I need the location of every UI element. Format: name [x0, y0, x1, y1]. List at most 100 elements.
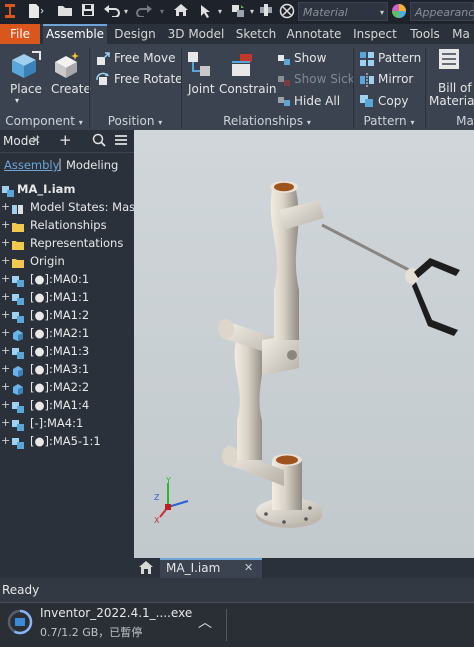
- expand-icon[interactable]: +: [1, 360, 10, 378]
- free-rotate-button[interactable]: Free Rotate: [114, 72, 183, 86]
- tree-item[interactable]: + [●]:MA1:2: [0, 306, 134, 324]
- appearance-dropdown[interactable]: Appearance: [410, 2, 474, 21]
- mirror-button[interactable]: Mirror: [378, 72, 413, 86]
- tree-item-label: [●]:MA2:1: [30, 326, 90, 340]
- tree-item[interactable]: + Model States: Master: [0, 198, 151, 216]
- tab-more[interactable]: Ma: [448, 24, 474, 44]
- tree-item[interactable]: + [●]:MA2:1: [0, 324, 134, 342]
- expand-icon[interactable]: +: [1, 270, 10, 288]
- tab-annotate[interactable]: Annotate: [283, 24, 345, 44]
- expand-icon[interactable]: +: [1, 252, 10, 270]
- open-folder-icon[interactable]: [56, 3, 74, 21]
- place-dropdown-icon[interactable]: ▾: [15, 96, 19, 105]
- new-file-icon[interactable]: [24, 3, 46, 21]
- download-item[interactable]: Inventor_2022.4.1_....exe 0.7/1.2 GB，已暫停…: [0, 603, 226, 647]
- browser-close-icon[interactable]: ✕: [31, 133, 41, 147]
- joint-button[interactable]: Joint: [188, 82, 215, 96]
- save-icon[interactable]: [80, 3, 96, 21]
- expand-icon[interactable]: +: [1, 234, 10, 252]
- relationships-panel-label: Relationships: [223, 114, 304, 128]
- create-button[interactable]: Create: [51, 82, 91, 96]
- position-panel-title[interactable]: Position ▾: [90, 113, 180, 129]
- manage-panel-title[interactable]: Ma: [455, 113, 474, 129]
- tree-item[interactable]: + [●]:MA0:1: [0, 270, 134, 288]
- pattern-button[interactable]: Pattern: [378, 51, 421, 65]
- expand-icon[interactable]: +: [1, 378, 10, 396]
- assembly-root-icon: [2, 184, 14, 197]
- tab-modeling-view[interactable]: Modeling: [66, 158, 118, 172]
- tab-file[interactable]: File: [0, 24, 40, 44]
- app-logo-icon[interactable]: [2, 3, 18, 21]
- tab-assemble[interactable]: Assemble: [43, 24, 107, 44]
- tab-inspect[interactable]: Inspect: [348, 24, 402, 44]
- create-component-icon: [52, 50, 82, 83]
- relationships-panel-title[interactable]: Relationships ▾: [182, 113, 352, 129]
- folder-icon: [12, 256, 24, 268]
- copy-button[interactable]: Copy: [378, 94, 408, 108]
- tree-item[interactable]: + Representations: [0, 234, 134, 252]
- chevron-up-icon[interactable]: ︿: [198, 612, 212, 632]
- tab-design[interactable]: Design: [110, 24, 160, 44]
- ribbon: Place ▾ Create Component ▾ Free Move Fre…: [0, 44, 474, 131]
- browser-menu-icon[interactable]: [114, 133, 128, 150]
- undo-dropdown-icon[interactable]: ▾: [122, 3, 130, 21]
- measure-icon[interactable]: [258, 3, 274, 21]
- tree-item[interactable]: + Origin: [0, 252, 134, 270]
- select-tool-icon[interactable]: [196, 3, 216, 21]
- hide-all-button[interactable]: Hide All: [294, 94, 340, 108]
- place-button[interactable]: Place: [10, 82, 42, 96]
- browser-add-button[interactable]: +: [59, 131, 72, 149]
- assembly-icon: [12, 418, 24, 431]
- color-override-icon[interactable]: [278, 3, 296, 21]
- expand-icon[interactable]: +: [1, 216, 10, 234]
- update-icon[interactable]: [228, 3, 248, 21]
- expand-icon[interactable]: +: [1, 198, 10, 216]
- place-component-icon: [8, 50, 42, 83]
- home-icon[interactable]: [172, 3, 190, 21]
- tree-item[interactable]: + [●]:MA1:4: [0, 396, 134, 414]
- expand-icon[interactable]: +: [1, 432, 10, 450]
- document-tab-active[interactable]: MA_I.iam ✕: [160, 558, 262, 578]
- expand-icon[interactable]: +: [1, 342, 10, 360]
- home-tab-icon[interactable]: [138, 560, 154, 578]
- mirror-icon: [359, 72, 375, 91]
- tree-root[interactable]: MA_I.iam: [0, 180, 134, 198]
- expand-icon[interactable]: +: [1, 288, 10, 306]
- tab-3d-model[interactable]: 3D Model: [163, 24, 229, 44]
- select-dropdown-icon[interactable]: ▾: [216, 3, 224, 21]
- expand-icon[interactable]: +: [1, 414, 10, 432]
- redo-dropdown-icon[interactable]: ▾: [158, 3, 166, 21]
- expand-icon[interactable]: +: [1, 306, 10, 324]
- material-dropdown[interactable]: Material ▾: [298, 2, 388, 21]
- expand-icon[interactable]: +: [1, 396, 10, 414]
- pattern-panel-title[interactable]: Pattern ▾: [354, 113, 424, 129]
- tree-item[interactable]: + [-]:MA4:1: [0, 414, 134, 432]
- undo-icon[interactable]: [102, 3, 122, 21]
- assembly-icon: [12, 436, 24, 449]
- tree-item[interactable]: + [●]:MA2:2: [0, 378, 134, 396]
- axis-triad-icon[interactable]: Y Z X: [152, 475, 192, 523]
- constrain-button[interactable]: Constrain: [219, 82, 277, 96]
- document-tab-close-icon[interactable]: ✕: [244, 561, 253, 574]
- free-move-button[interactable]: Free Move: [114, 51, 175, 65]
- show-button[interactable]: Show: [294, 51, 326, 65]
- browser-search-icon[interactable]: [92, 133, 106, 150]
- tab-assembly-view[interactable]: Assembly: [4, 158, 59, 172]
- component-panel-title[interactable]: Component ▾: [0, 113, 88, 129]
- ribbon-separator: [425, 48, 426, 128]
- tab-tools[interactable]: Tools: [405, 24, 445, 44]
- show-sick-button[interactable]: Show Sick: [294, 72, 355, 86]
- graphics-viewport[interactable]: Y Z X: [134, 130, 474, 558]
- model-states-icon: [12, 202, 24, 214]
- tree-item[interactable]: + [●]:MA3:1: [0, 360, 134, 378]
- update-dropdown-icon[interactable]: ▾: [248, 3, 256, 21]
- redo-icon[interactable]: [134, 3, 154, 21]
- tree-item[interactable]: + [●]:MA1:1: [0, 288, 134, 306]
- assembly-icon: [12, 400, 24, 413]
- expand-icon[interactable]: +: [1, 324, 10, 342]
- tree-item[interactable]: + [●]:MA5-1:1: [0, 432, 134, 450]
- bill-of-materials-button[interactable]: Bill of Materials: [429, 82, 474, 108]
- tree-item[interactable]: + [●]:MA1:3: [0, 342, 134, 360]
- tab-sketch[interactable]: Sketch: [232, 24, 280, 44]
- tree-item[interactable]: + Relationships: [0, 216, 134, 234]
